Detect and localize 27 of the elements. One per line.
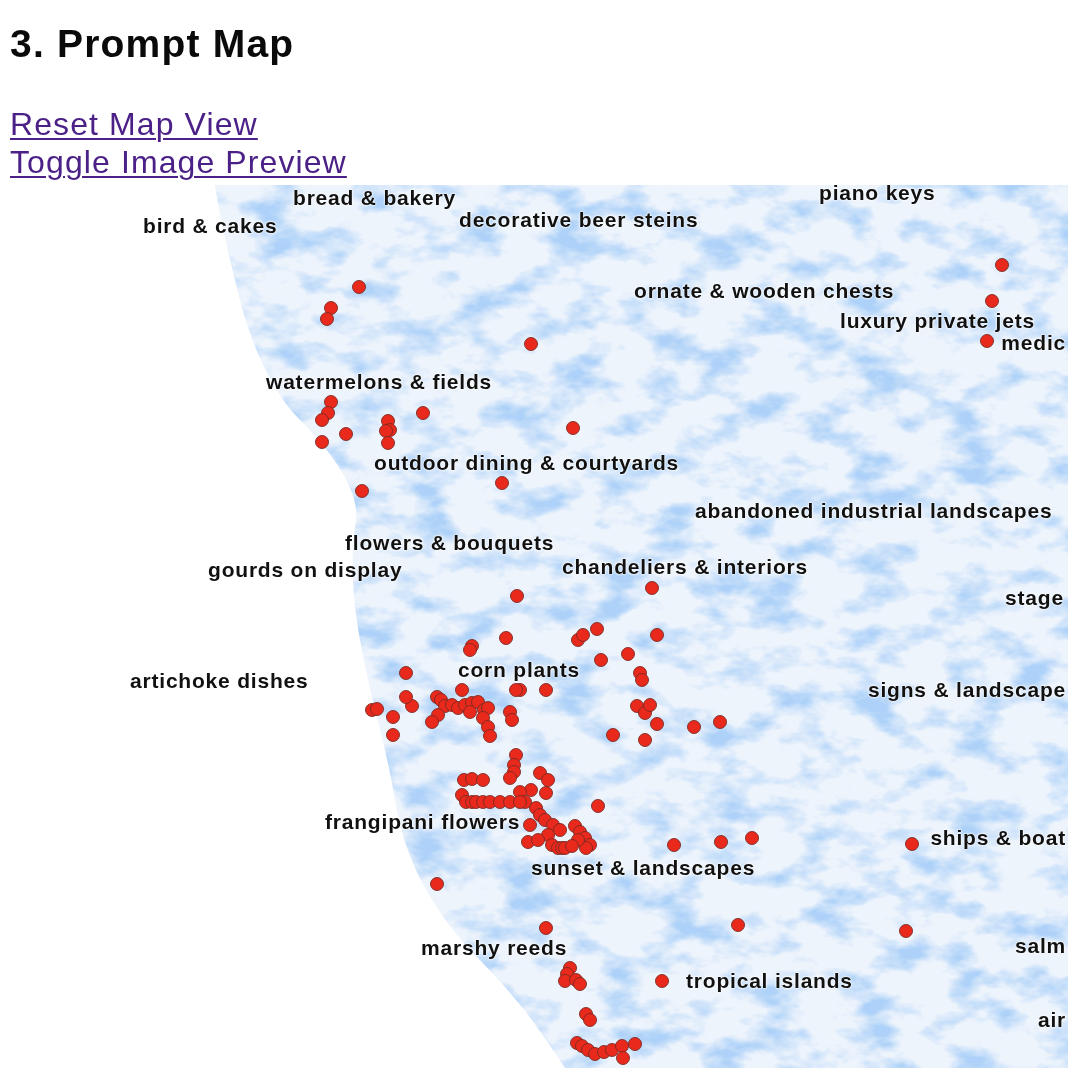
cluster-label: chandeliers & interiors <box>562 555 808 579</box>
cluster-label: ornate & wooden chests <box>634 279 895 303</box>
cluster-label: decorative beer steins <box>459 208 699 232</box>
cluster-label: artichoke dishes <box>130 669 309 693</box>
cluster-label: gourds on display <box>208 558 403 582</box>
section-title: 3. Prompt Map <box>10 22 295 66</box>
cluster-label: air <box>1037 1008 1066 1032</box>
cluster-label: luxury private jets <box>840 309 1035 333</box>
cluster-label: salm <box>1014 934 1066 958</box>
cluster-label: corn plants <box>458 658 580 682</box>
cluster-label: medic <box>1001 331 1066 355</box>
reset-view-link[interactable]: Reset Map View <box>10 105 258 143</box>
cluster-label: bird & cakes <box>143 214 278 238</box>
cluster-label: outdoor dining & courtyards <box>374 451 680 475</box>
cluster-label: stage <box>1005 586 1064 610</box>
cluster-label: ships & boat <box>930 826 1066 850</box>
cluster-label: abandoned industrial landscapes <box>695 499 1053 523</box>
cluster-label: signs & landscape <box>868 678 1066 702</box>
cluster-label: piano keys <box>819 181 936 205</box>
cluster-label: watermelons & fields <box>266 370 493 394</box>
cluster-label: frangipani flowers <box>325 810 521 834</box>
image-preview-link[interactable]: Toggle Image Preview <box>10 143 347 181</box>
cluster-label: bread & bakery <box>293 186 456 210</box>
cluster-label: tropical islands <box>686 969 853 993</box>
cluster-label: marshy reeds <box>421 936 568 960</box>
cluster-label: sunset & landscapes <box>531 856 756 880</box>
cluster-label: flowers & bouquets <box>345 531 555 555</box>
